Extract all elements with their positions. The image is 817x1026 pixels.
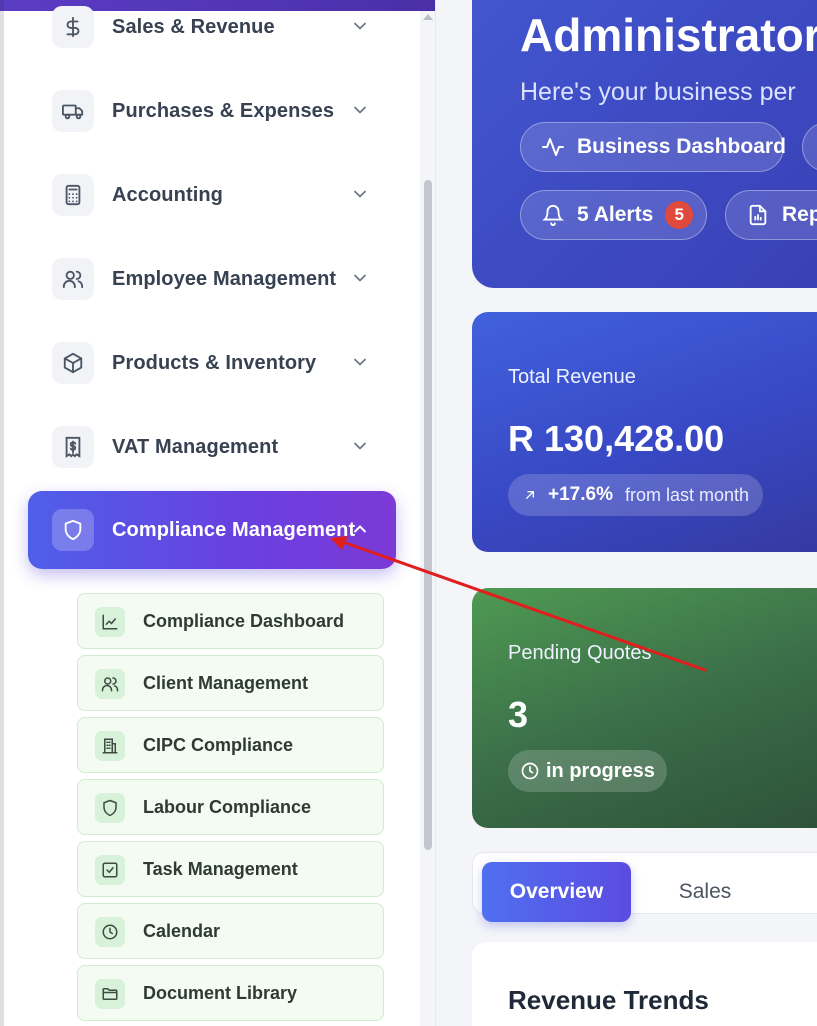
bell-icon [541, 203, 565, 227]
building-icon [95, 731, 125, 761]
alerts-button[interactable]: 5 Alerts 5 [520, 190, 707, 240]
sidebar-subitem-label: Compliance Dashboard [143, 611, 345, 631]
sidebar-item-compliance-management[interactable]: Compliance Management [28, 491, 396, 569]
calculator-icon [52, 174, 94, 216]
total-revenue-card[interactable]: Total Revenue R 130,428.00 +17.6% from l… [472, 312, 817, 552]
business-dashboard-label: Business Dashboard [577, 135, 786, 158]
sidebar-item-label: Employee Management [112, 267, 337, 290]
revenue-change-note: from last month [624, 484, 750, 505]
sidebar-subitem-calendar[interactable]: Calendar [77, 903, 384, 959]
sidebar-item-purchases-expenses[interactable]: Purchases & Expenses [28, 72, 396, 150]
welcome-subtitle: Here's your business per [520, 78, 796, 106]
sidebar-subitem-label: Task Management [143, 859, 298, 879]
chevron-down-icon [354, 190, 366, 198]
sidebar-subitem-client-management[interactable]: Client Management [77, 655, 384, 711]
sidebar-item-employee-management[interactable]: Employee Management [28, 240, 396, 318]
pending-quotes-status: in progress [546, 759, 655, 782]
truck-icon [52, 90, 94, 132]
welcome-banner: Administrator! Here's your business per … [472, 0, 817, 288]
sidebar-subitem-label: Labour Compliance [143, 797, 312, 817]
chevron-up-icon [354, 525, 366, 533]
shield-icon [95, 793, 125, 823]
chevron-down-icon [354, 22, 366, 30]
revenue-trends-title: Revenue Trends [508, 985, 709, 1015]
pending-quotes-card[interactable]: Pending Quotes 3 in progress [472, 588, 817, 828]
sidebar-scroll-thumb[interactable] [424, 180, 432, 850]
alerts-count-badge: 5 [665, 201, 694, 229]
clock-icon [521, 762, 539, 780]
shield-icon [52, 509, 94, 551]
sidebar-item-label: Accounting [112, 183, 223, 206]
check-square-icon [95, 855, 125, 885]
window-edge [0, 0, 4, 1026]
total-revenue-value: R 130,428.00 [508, 418, 725, 459]
sidebar-subitem-label: Client Management [143, 673, 309, 693]
receipt-icon [52, 426, 94, 468]
alerts-label: 5 Alerts [577, 203, 654, 226]
sidebar-item-vat-management[interactable]: VAT Management [28, 408, 396, 486]
activity-icon [541, 135, 565, 159]
sidebar-item-accounting[interactable]: Accounting [28, 156, 396, 234]
clock-icon [95, 917, 125, 947]
chart-line-icon [95, 607, 125, 637]
sidebar-subitem-compliance-dashboard[interactable]: Compliance Dashboard [77, 593, 384, 649]
dollar-icon [52, 6, 94, 48]
revenue-change-value: +17.6% [548, 484, 613, 505]
users-icon [95, 669, 125, 699]
chevron-down-icon [354, 442, 366, 450]
sidebar-subitem-label: CIPC Compliance [143, 735, 294, 755]
box-icon [52, 342, 94, 384]
sidebar-subitem-labour-compliance[interactable]: Labour Compliance [77, 779, 384, 835]
sidebar-subitem-label: Document Library [143, 983, 298, 1003]
sidebar: Sales & Revenue Purchases & Expenses Acc… [0, 0, 436, 1026]
sidebar-subitem-task-management[interactable]: Task Management [77, 841, 384, 897]
pending-quotes-label: Pending Quotes [508, 642, 652, 664]
revenue-change-chip: +17.6% from last month [508, 474, 764, 516]
reports-label: Rep [782, 203, 817, 226]
hero-button-offscreen[interactable] [802, 122, 817, 172]
reports-button[interactable]: Rep [725, 190, 817, 240]
pending-quotes-value: 3 [508, 694, 529, 735]
sidebar-item-sales-revenue[interactable]: Sales & Revenue [28, 0, 396, 66]
sidebar-item-products-inventory[interactable]: Products & Inventory [28, 324, 396, 402]
chevron-down-icon [354, 274, 366, 282]
sidebar-subitem-label: Calendar [143, 921, 221, 941]
tab-overview[interactable]: Overview [482, 862, 631, 922]
chevron-down-icon [354, 358, 366, 366]
tab-sales[interactable]: Sales [640, 862, 770, 922]
report-file-icon [746, 203, 770, 227]
welcome-title: Administrator! [520, 9, 817, 61]
folder-icon [95, 979, 125, 1009]
sidebar-item-label: Compliance Management [112, 518, 356, 541]
arrow-up-right-icon [526, 491, 534, 499]
chevron-down-icon [354, 106, 366, 114]
business-dashboard-button[interactable]: Business Dashboard [520, 122, 786, 172]
sidebar-item-label: VAT Management [112, 435, 279, 458]
scroll-up-arrow-icon[interactable] [423, 14, 433, 20]
users-icon [52, 258, 94, 300]
sidebar-subitem-cipc-compliance[interactable]: CIPC Compliance [77, 717, 384, 773]
sidebar-subitem-document-library[interactable]: Document Library [77, 965, 384, 1021]
sidebar-item-label: Products & Inventory [112, 351, 317, 374]
total-revenue-label: Total Revenue [508, 366, 636, 388]
sidebar-item-label: Purchases & Expenses [112, 99, 335, 122]
sidebar-item-label: Sales & Revenue [112, 15, 275, 38]
pending-quotes-status-chip: in progress [508, 750, 667, 792]
